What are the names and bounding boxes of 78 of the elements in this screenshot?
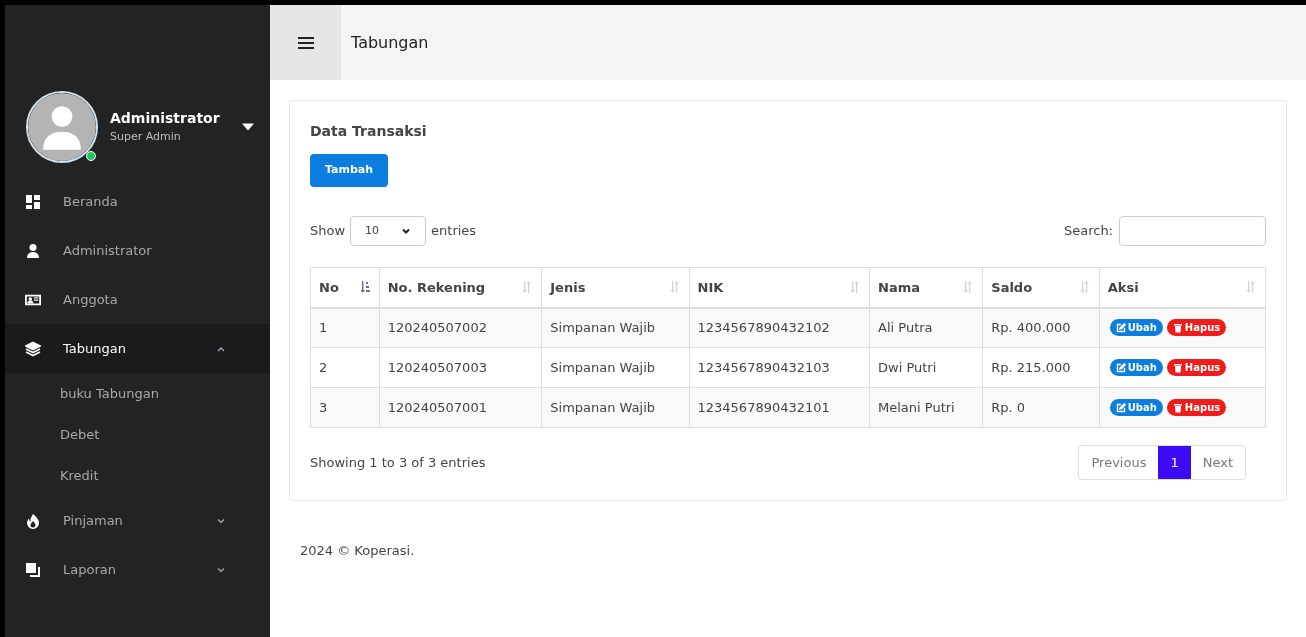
column-header[interactable]: Nama (869, 267, 983, 308)
table-cell: 2 (310, 347, 380, 388)
trash-icon (1172, 362, 1183, 373)
sidebar-item[interactable]: Pinjaman (5, 496, 270, 545)
table-cell: Simpanan Wajib (541, 347, 689, 388)
chevron-down-icon (401, 226, 412, 236)
table-cell: 120240507003 (379, 347, 542, 388)
show-label: Show (310, 222, 346, 241)
trash-icon (1172, 322, 1183, 333)
user-name: Administrator (110, 109, 221, 129)
copy-icon (25, 561, 41, 578)
table-cell: Rp. 0 (982, 387, 1100, 428)
delete-button[interactable]: Hapus (1166, 399, 1227, 416)
entries-label: entries (431, 222, 477, 241)
table-cell: 1234567890432101 (689, 387, 870, 428)
search-field[interactable] (1119, 216, 1266, 246)
sort-icon (668, 280, 681, 295)
sort-icon (358, 280, 371, 295)
table-cell: 3 (310, 387, 380, 428)
menu-icon (297, 34, 314, 51)
column-header[interactable]: Saldo (982, 267, 1100, 308)
submenu-item[interactable]: Kredit (5, 455, 270, 496)
table-cell: Rp. 215.000 (982, 347, 1100, 388)
delete-button[interactable]: Hapus (1166, 359, 1227, 376)
fire-icon (25, 512, 41, 529)
edit-icon (1115, 322, 1126, 333)
sort-icon (962, 280, 975, 295)
next-button[interactable]: Next (1190, 446, 1245, 479)
caret-icon[interactable] (242, 123, 254, 131)
table-cell: 1234567890432102 (689, 307, 870, 348)
table-cell: Dwi Putri (869, 347, 983, 388)
table-cell: 1234567890432103 (689, 347, 870, 388)
table-cell: 1 (310, 307, 380, 348)
sort-icon (1245, 280, 1257, 295)
submenu-item[interactable]: buku Tabungan (5, 373, 270, 414)
sidebar-item[interactable]: Laporan (5, 545, 270, 594)
edit-icon (1115, 402, 1126, 413)
previous-button[interactable]: Previous (1079, 446, 1159, 479)
table-cell: 120240507002 (379, 307, 542, 348)
trash-icon (1172, 402, 1183, 413)
sidebar-item[interactable]: Beranda (5, 177, 270, 226)
edit-button[interactable]: Ubah (1109, 359, 1163, 376)
edit-button[interactable]: Ubah (1109, 399, 1163, 416)
add-button[interactable]: Tambah (310, 154, 389, 187)
column-header[interactable]: Aksi (1099, 267, 1266, 308)
table-info: Showing 1 to 3 of 3 entries (310, 453, 486, 472)
sidebar-item[interactable]: Anggota (5, 275, 270, 324)
page-title: Tabungan (351, 31, 429, 54)
table-cell: Simpanan Wajib (541, 387, 689, 428)
table-cell: Simpanan Wajib (541, 307, 689, 348)
column-header[interactable]: Jenis (541, 267, 689, 308)
user-role: Super Admin (110, 129, 182, 146)
table-cell: Rp. 400.000 (982, 307, 1100, 348)
sidebar-item[interactable]: Administrator (5, 226, 270, 275)
column-header[interactable]: NIK (689, 267, 870, 308)
search-label: Search: (1063, 222, 1113, 241)
layers-icon (25, 340, 41, 357)
sidebar-item[interactable]: Tabungan (5, 324, 270, 373)
avatar (26, 91, 98, 163)
sort-icon (849, 280, 862, 295)
user-icon (25, 242, 41, 259)
entries-select[interactable]: 10 (350, 216, 427, 246)
dashboard-icon (25, 193, 41, 210)
sort-icon (521, 280, 534, 295)
column-header[interactable]: No. Rekening (379, 267, 542, 308)
table-cell: Ali Putra (869, 307, 983, 348)
edit-icon (1115, 362, 1126, 373)
page-button[interactable]: 1 (1158, 446, 1191, 479)
footer-text: 2024 © Koperasi. (300, 542, 416, 560)
submenu-item[interactable]: Debet (5, 414, 270, 455)
delete-button[interactable]: Hapus (1166, 319, 1227, 337)
menu-button[interactable] (270, 5, 341, 80)
column-header[interactable]: No (310, 267, 380, 308)
edit-button[interactable]: Ubah (1109, 319, 1163, 337)
table-cell: Melani Putri (869, 387, 983, 428)
card-title: Data Transaksi (310, 122, 428, 141)
sort-icon (1078, 280, 1091, 295)
table-cell: 120240507001 (379, 387, 542, 428)
